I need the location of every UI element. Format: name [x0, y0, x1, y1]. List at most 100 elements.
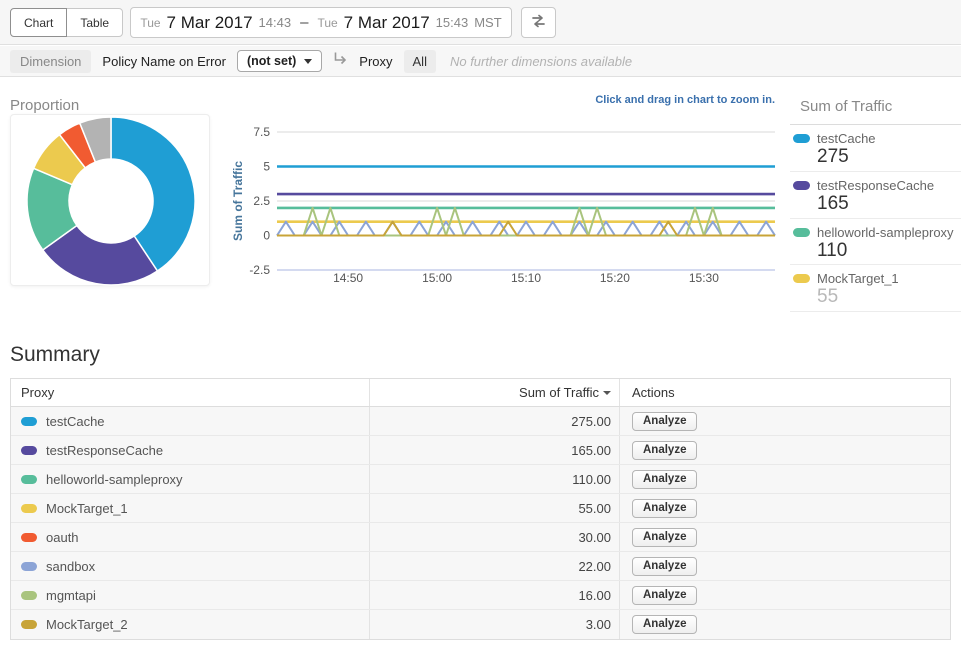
legend-title: Sum of Traffic — [790, 94, 961, 125]
traffic-line-chart[interactable]: 7.5 5 2.5 0 -2.5 14:50 15:00 15:10 15:20 15:30 Sum… — [232, 118, 777, 290]
analyze-button[interactable]: Analyze — [632, 528, 697, 547]
refresh-icon — [530, 13, 547, 32]
end-date: 7 Mar 2017 — [344, 13, 430, 33]
legend-color-chip — [793, 228, 810, 237]
summary-title: Summary — [10, 343, 100, 367]
y-tick-label: 0 — [263, 229, 270, 243]
legend-item-value: 55 — [817, 286, 961, 309]
row-proxy-name: testCache — [46, 414, 105, 429]
dimension-hint: No further dimensions available — [450, 54, 632, 69]
start-time: 14:43 — [259, 15, 292, 30]
row-value: 110.00 — [572, 472, 611, 487]
date-range-picker[interactable]: Tue 7 Mar 2017 14:43 – Tue 7 Mar 2017 15… — [130, 7, 512, 38]
zoom-hint-text: Click and drag in chart to zoom in. — [595, 94, 775, 106]
proportion-title: Proportion — [10, 97, 79, 114]
y-tick-label: 5 — [263, 160, 270, 174]
legend-item[interactable]: MockTarget_1 55 — [790, 265, 961, 312]
date-separator: – — [300, 14, 308, 31]
row-proxy-name: MockTarget_1 — [46, 501, 128, 516]
row-proxy-name: testResponseCache — [46, 443, 163, 458]
summary-table-header: Proxy Sum of Traffic Actions — [11, 379, 950, 407]
dimension-label: Dimension — [10, 50, 91, 73]
tab-chart[interactable]: Chart — [10, 8, 67, 37]
donut-svg — [11, 115, 211, 287]
end-day: Tue — [317, 16, 337, 30]
x-tick-label: 14:50 — [333, 271, 363, 285]
x-tick-label: 15:10 — [511, 271, 541, 285]
row-color-chip — [21, 417, 37, 426]
row-value: 22.00 — [578, 559, 611, 574]
analyze-button[interactable]: Analyze — [632, 441, 697, 460]
x-tick-label: 15:30 — [689, 271, 719, 285]
analyze-button[interactable]: Analyze — [632, 586, 697, 605]
column-header-proxy: Proxy — [11, 379, 369, 406]
row-value: 30.00 — [578, 530, 611, 545]
legend-item[interactable]: testResponseCache 165 — [790, 172, 961, 219]
row-value: 275.00 — [571, 414, 611, 429]
table-row: helloworld-sampleproxy 110.00 Analyze — [11, 465, 950, 494]
row-color-chip — [21, 533, 37, 542]
row-color-chip — [21, 562, 37, 571]
tab-table[interactable]: Table — [66, 8, 123, 37]
row-proxy-name: oauth — [46, 530, 79, 545]
y-axis-label: Sum of Traffic — [232, 161, 245, 241]
row-color-chip — [21, 620, 37, 629]
timezone: MST — [474, 15, 501, 30]
summary-table: Proxy Sum of Traffic Actions testCache 2… — [10, 378, 951, 640]
legend-item[interactable]: helloworld-sampleproxy 110 — [790, 219, 961, 266]
analytics-dashboard: Chart Table Tue 7 Mar 2017 14:43 – Tue 7… — [0, 0, 961, 647]
row-proxy-name: sandbox — [46, 559, 95, 574]
sort-descending-icon — [603, 391, 611, 395]
start-date: 7 Mar 2017 — [167, 13, 253, 33]
summary-table-body: testCache 275.00 Analyze testResponseCac… — [11, 407, 950, 639]
analyze-button[interactable]: Analyze — [632, 412, 697, 431]
row-color-chip — [21, 504, 37, 513]
row-value: 55.00 — [578, 501, 611, 516]
table-row: MockTarget_1 55.00 Analyze — [11, 494, 950, 523]
y-tick-label: -2.5 — [249, 263, 270, 277]
row-color-chip — [21, 446, 37, 455]
dropdown-value: (not set) — [247, 54, 296, 68]
legend-item-name: MockTarget_1 — [817, 271, 899, 286]
x-tick-label: 15:00 — [422, 271, 452, 285]
legend-color-chip — [793, 181, 810, 190]
row-proxy-name: mgmtapi — [46, 588, 96, 603]
column-header-sum-label: Sum of Traffic — [519, 385, 599, 400]
row-color-chip — [21, 591, 37, 600]
dimension-name: Policy Name on Error — [102, 54, 226, 69]
analyze-button[interactable]: Analyze — [632, 615, 697, 634]
sub-dimension-filter[interactable]: All — [404, 50, 436, 73]
sub-dimension-name: Proxy — [359, 54, 392, 69]
analyze-button[interactable]: Analyze — [632, 557, 697, 576]
legend-item-value: 165 — [817, 193, 961, 216]
y-tick-label: 7.5 — [253, 125, 270, 139]
y-tick-label: 2.5 — [253, 194, 270, 208]
legend-item-name: testResponseCache — [817, 178, 934, 193]
column-header-sum-of-traffic[interactable]: Sum of Traffic — [369, 379, 619, 406]
top-toolbar: Chart Table Tue 7 Mar 2017 14:43 – Tue 7… — [0, 0, 961, 45]
row-value: 16.00 — [578, 588, 611, 603]
table-row: sandbox 22.00 Analyze — [11, 552, 950, 581]
sub-level-arrow-icon — [333, 52, 348, 70]
analyze-button[interactable]: Analyze — [632, 499, 697, 518]
row-value: 3.00 — [586, 617, 611, 632]
legend-item-name: helloworld-sampleproxy — [817, 225, 954, 240]
x-tick-label: 15:20 — [600, 271, 630, 285]
proportion-donut-chart — [10, 114, 210, 286]
refresh-button[interactable] — [521, 7, 556, 38]
legend-item-value: 275 — [817, 146, 961, 169]
legend-item-name: testCache — [817, 131, 876, 146]
start-day: Tue — [140, 16, 160, 30]
table-row: mgmtapi 16.00 Analyze — [11, 581, 950, 610]
table-row: oauth 30.00 Analyze — [11, 523, 950, 552]
analyze-button[interactable]: Analyze — [632, 470, 697, 489]
row-value: 165.00 — [571, 443, 611, 458]
legend-color-chip — [793, 134, 810, 143]
legend-item-value: 110 — [817, 240, 961, 263]
row-proxy-name: helloworld-sampleproxy — [46, 472, 183, 487]
table-row: testResponseCache 165.00 Analyze — [11, 436, 950, 465]
dimension-value-dropdown[interactable]: (not set) — [237, 50, 322, 72]
column-header-actions: Actions — [619, 379, 950, 406]
chart-legend: Sum of Traffic testCache 275 testRespons… — [790, 94, 961, 312]
legend-item[interactable]: testCache 275 — [790, 125, 961, 172]
